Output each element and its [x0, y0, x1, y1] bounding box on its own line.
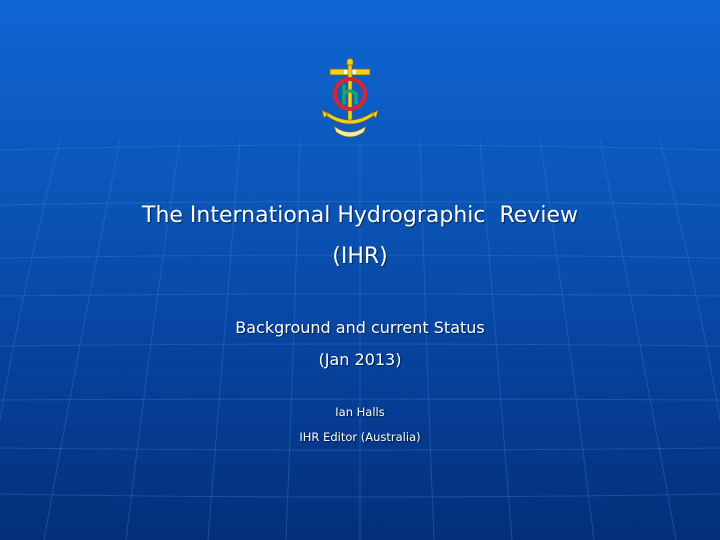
ihr-anchor-emblem-icon	[321, 58, 379, 138]
presentation-title: The International Hydrographic Review	[142, 203, 578, 228]
author-role: IHR Editor (Australia)	[299, 430, 421, 444]
slide: The International Hydrographic Review (I…	[0, 0, 720, 540]
presentation-date: (Jan 2013)	[318, 350, 402, 369]
author-name: Ian Halls	[335, 405, 385, 419]
presentation-subtitle: Background and current Status	[235, 318, 485, 337]
presentation-title-acronym: (IHR)	[332, 244, 388, 269]
